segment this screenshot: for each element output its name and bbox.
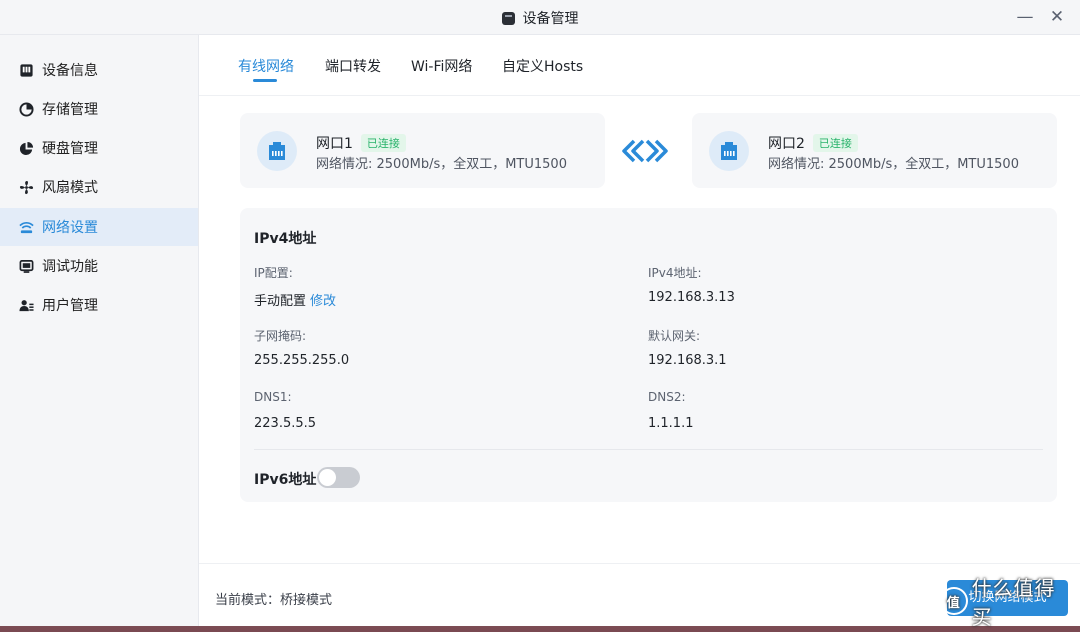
ipv6-label: IPv6地址 bbox=[254, 472, 317, 488]
ipv4-panel: IPv4地址 IP配置: 手动配置 修改 IPv4地址: 192.168.3.13… bbox=[240, 208, 1057, 502]
port-card-2: 网口2 已连接 网络情况: 2500Mb/s，全双工，MTU1500 bbox=[692, 113, 1057, 188]
window-title: 设备管理 bbox=[522, 11, 579, 27]
subnet-mask-value: 255.255.255.0 bbox=[254, 353, 350, 368]
app-icon bbox=[501, 12, 515, 25]
sidebar-item-network[interactable]: 网络设置 bbox=[0, 208, 198, 246]
dns2-label: DNS2: bbox=[648, 390, 686, 404]
sidebar: 设备信息 存储管理 硬盘管理 风扇模式 网络设置 调试功能 用户管理 bbox=[0, 35, 199, 626]
tab-wired-network[interactable]: 有线网络 bbox=[238, 56, 294, 76]
users-icon bbox=[18, 297, 34, 313]
tab-custom-hosts[interactable]: 自定义Hosts bbox=[502, 56, 583, 76]
sidebar-item-label: 用户管理 bbox=[42, 298, 98, 314]
ipv4-address-label: IPv4地址: bbox=[648, 266, 702, 280]
ipv4-section-title: IPv4地址 bbox=[254, 231, 317, 247]
sidebar-item-device-info[interactable]: 设备信息 bbox=[0, 51, 198, 89]
fan-icon bbox=[18, 179, 34, 195]
sidebar-item-label: 网络设置 bbox=[42, 220, 98, 236]
port-name: 网口1 bbox=[316, 136, 353, 152]
ipv4-address-value: 192.168.3.13 bbox=[648, 290, 735, 305]
title-bar: 设备管理 — ✕ bbox=[0, 0, 1080, 35]
tab-bar: 有线网络 端口转发 Wi-Fi网络 自定义Hosts bbox=[199, 35, 1080, 96]
ethernet-port-icon bbox=[709, 131, 749, 171]
device-info-icon bbox=[18, 62, 34, 78]
monitor-icon bbox=[18, 258, 34, 274]
watermark-badge-icon: 值 bbox=[940, 587, 968, 615]
close-button[interactable]: ✕ bbox=[1046, 6, 1068, 28]
dns1-value: 223.5.5.5 bbox=[254, 416, 317, 431]
status-badge: 已连接 bbox=[812, 134, 858, 152]
subnet-mask-label: 子网掩码: bbox=[254, 329, 307, 343]
divider bbox=[254, 449, 1043, 450]
port-1-title: 网口1 已连接 bbox=[316, 133, 406, 153]
ipv6-toggle[interactable] bbox=[317, 467, 360, 488]
bridge-arrows-icon bbox=[622, 139, 668, 163]
port-name: 网口2 bbox=[768, 136, 805, 152]
sidebar-item-label: 设备信息 bbox=[42, 63, 98, 79]
edit-ip-config-link[interactable]: 修改 bbox=[310, 294, 336, 309]
gateway-label: 默认网关: bbox=[648, 329, 701, 343]
active-tab-indicator bbox=[253, 79, 277, 82]
watermark: 值什么值得买 bbox=[940, 576, 1075, 629]
toggle-knob bbox=[319, 469, 336, 486]
sidebar-item-label: 调试功能 bbox=[42, 259, 98, 275]
window-title-wrap: 设备管理 bbox=[0, 8, 1080, 28]
sidebar-item-label: 风扇模式 bbox=[42, 180, 98, 196]
ip-config-label: IP配置: bbox=[254, 266, 293, 280]
pie-chart-icon bbox=[18, 101, 34, 117]
app-window: 设备管理 — ✕ 设备信息 存储管理 硬盘管理 风扇模式 网络设置 调试功能 用… bbox=[0, 0, 1080, 626]
wifi-icon bbox=[18, 219, 34, 235]
sidebar-item-storage[interactable]: 存储管理 bbox=[0, 90, 198, 128]
watermark-text: 什么值得买 bbox=[971, 576, 1056, 629]
port-status-text: 网络情况: 2500Mb/s，全双工，MTU1500 bbox=[316, 157, 567, 172]
disk-pie-icon bbox=[18, 140, 34, 156]
status-badge: 已连接 bbox=[360, 134, 406, 152]
ip-config-value-wrap: 手动配置 修改 bbox=[254, 290, 336, 309]
port-2-title: 网口2 已连接 bbox=[768, 133, 858, 153]
sidebar-item-label: 硬盘管理 bbox=[42, 141, 98, 157]
port-status-text: 网络情况: 2500Mb/s，全双工，MTU1500 bbox=[768, 157, 1019, 172]
sidebar-item-label: 存储管理 bbox=[42, 102, 98, 118]
tab-port-forwarding[interactable]: 端口转发 bbox=[325, 56, 381, 76]
sidebar-item-disk[interactable]: 硬盘管理 bbox=[0, 129, 198, 167]
ethernet-port-icon bbox=[257, 131, 297, 171]
dns1-label: DNS1: bbox=[254, 390, 292, 404]
minimize-button[interactable]: — bbox=[1014, 6, 1036, 28]
dns2-value: 1.1.1.1 bbox=[648, 416, 694, 431]
sidebar-item-users[interactable]: 用户管理 bbox=[0, 286, 198, 324]
sidebar-item-debug[interactable]: 调试功能 bbox=[0, 247, 198, 285]
port-card-1: 网口1 已连接 网络情况: 2500Mb/s，全双工，MTU1500 bbox=[240, 113, 605, 188]
ip-config-value: 手动配置 bbox=[254, 294, 307, 309]
sidebar-item-fan[interactable]: 风扇模式 bbox=[0, 168, 198, 206]
current-mode-text: 当前模式：桥接模式 bbox=[215, 593, 333, 608]
gateway-value: 192.168.3.1 bbox=[648, 353, 727, 368]
tab-wifi-network[interactable]: Wi-Fi网络 bbox=[411, 56, 472, 76]
